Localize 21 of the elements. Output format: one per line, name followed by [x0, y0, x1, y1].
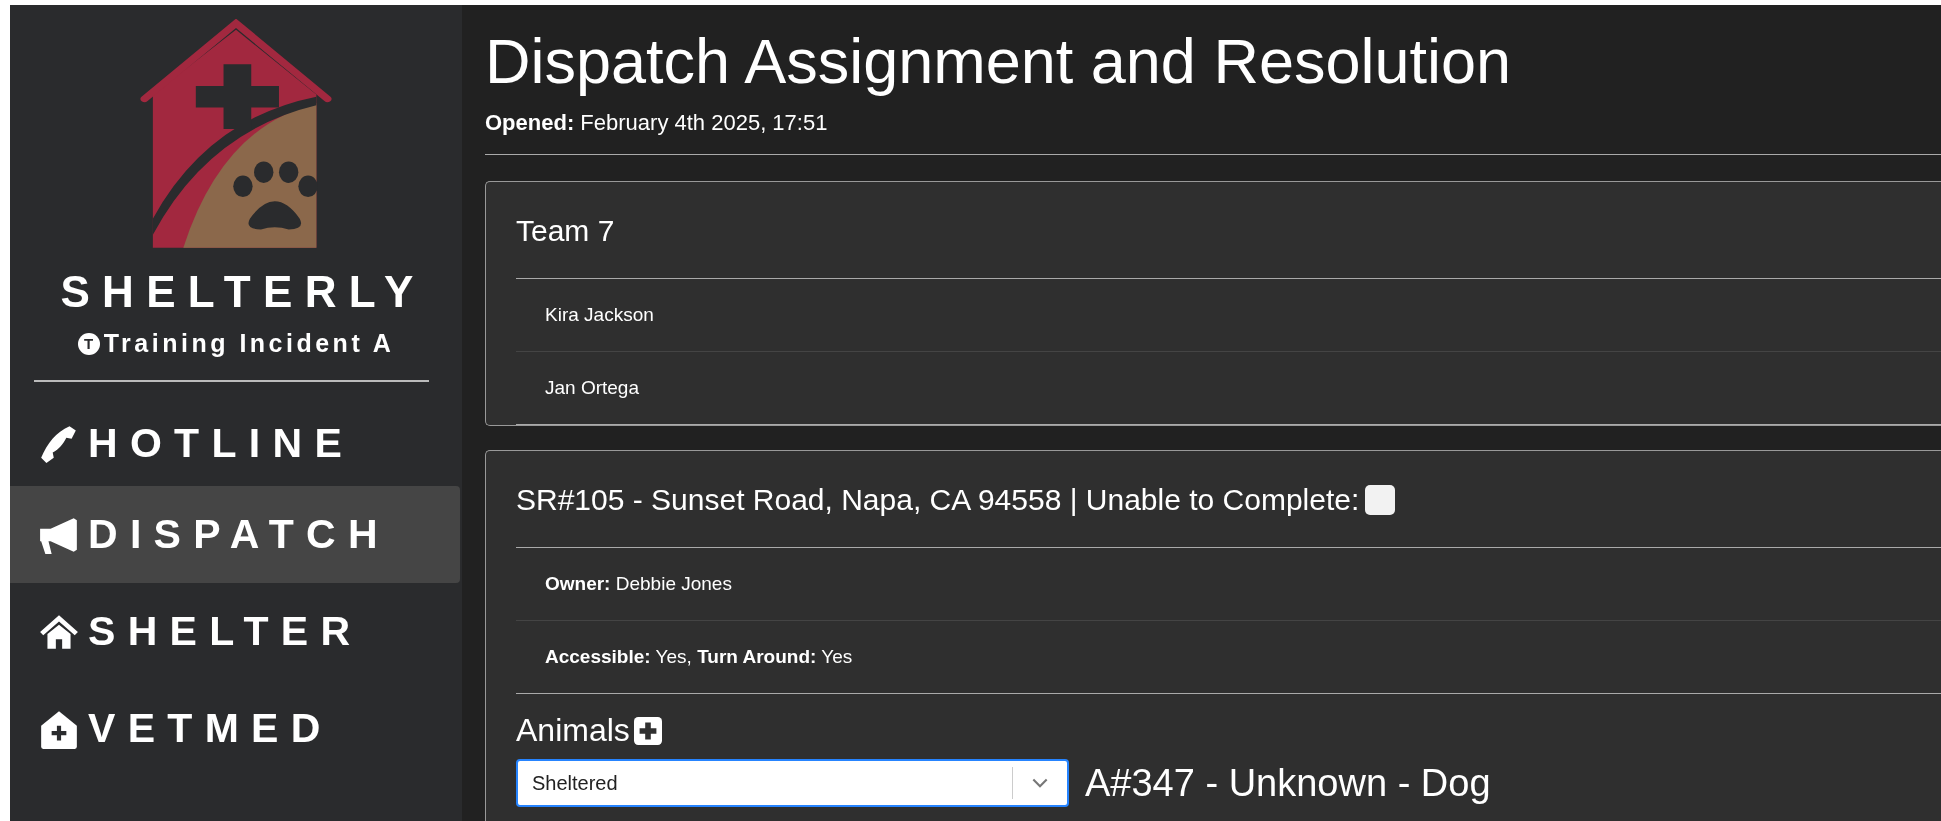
brand-name: SHELTERLY — [60, 267, 426, 317]
nav-item[interactable]: SHELTER — [10, 583, 460, 680]
team-member: Kira Jackson — [516, 279, 1941, 353]
team-member: Jan Ortega — [516, 352, 1941, 426]
incident-badge: T — [77, 332, 100, 355]
request-title: SR#105 - Sunset Road, Napa, CA 94558 | Unable to Complete: — [516, 483, 1360, 518]
detail-text: Owner: Debbie Jones — [516, 548, 1941, 622]
card-title: Team 7 — [516, 182, 1941, 280]
nav-item[interactable]: DISPATCH — [10, 486, 460, 583]
status-dropdown[interactable]: Sheltered — [516, 759, 1069, 808]
unable-checkbox[interactable] — [1365, 485, 1396, 516]
animal-label: A#347 - Unknown - Dog — [1085, 761, 1491, 805]
opened-text: Opened: February 4th 2025, 17:51 — [485, 110, 829, 137]
add-icon[interactable] — [633, 716, 662, 745]
nav-item[interactable]: VETMED — [10, 680, 460, 777]
nav-item[interactable]: HOTLINE — [10, 400, 460, 486]
detail-text: Accessible: Yes, Turn Around: Yes — [516, 621, 1941, 695]
animals-heading: Animals — [516, 712, 630, 750]
caret-icon — [1032, 777, 1048, 789]
page-title: Dispatch Assignment and Resolution — [485, 27, 1513, 97]
incident-name: Training Incident A — [103, 329, 395, 358]
